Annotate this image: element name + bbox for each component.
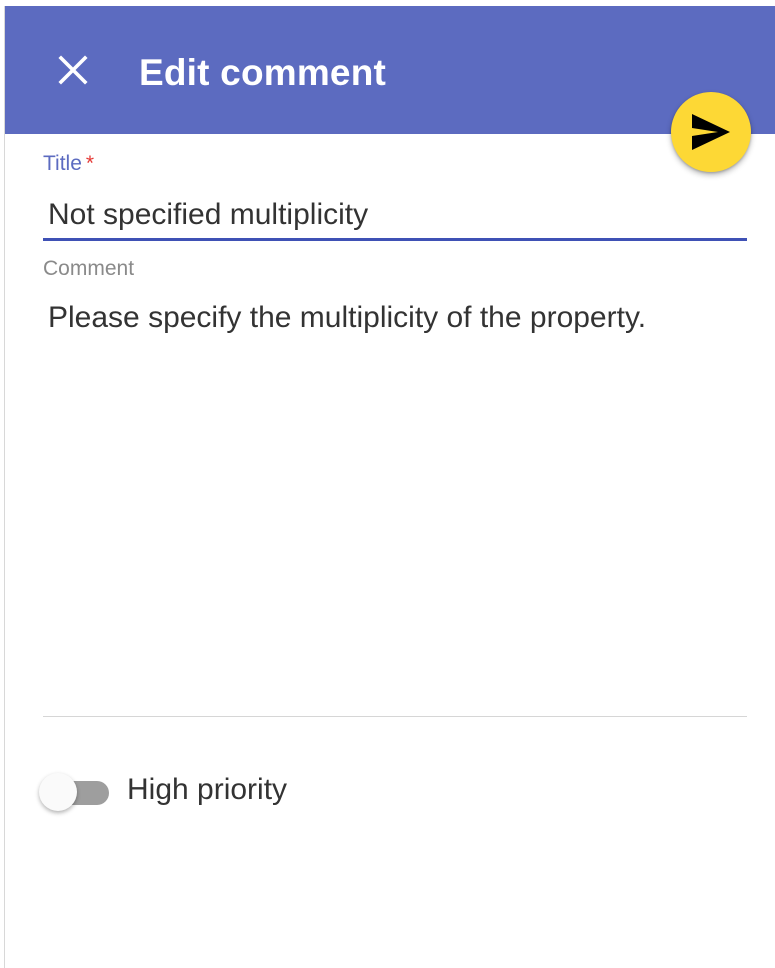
high-priority-label: High priority <box>127 773 288 806</box>
comment-field-label: Comment <box>43 257 135 280</box>
send-button[interactable] <box>671 92 751 172</box>
title-input[interactable] <box>43 192 747 238</box>
title-input-underline <box>43 238 747 241</box>
title-field-label: Title * <box>43 152 94 176</box>
close-button[interactable] <box>53 50 93 90</box>
dialog-header: Edit comment <box>5 6 775 134</box>
send-icon <box>692 114 730 150</box>
close-icon <box>58 55 88 85</box>
high-priority-toggle[interactable] <box>39 772 111 812</box>
comment-textarea[interactable]: Please specify the multiplicity of the p… <box>43 296 747 706</box>
comment-textarea-underline <box>43 716 747 717</box>
dialog-title: Edit comment <box>139 52 387 93</box>
required-marker: * <box>85 152 95 175</box>
toggle-thumb <box>39 773 77 811</box>
edit-comment-dialog: Edit comment Title* Comment Please speci… <box>4 6 775 968</box>
title-label-text: Title <box>43 152 82 175</box>
